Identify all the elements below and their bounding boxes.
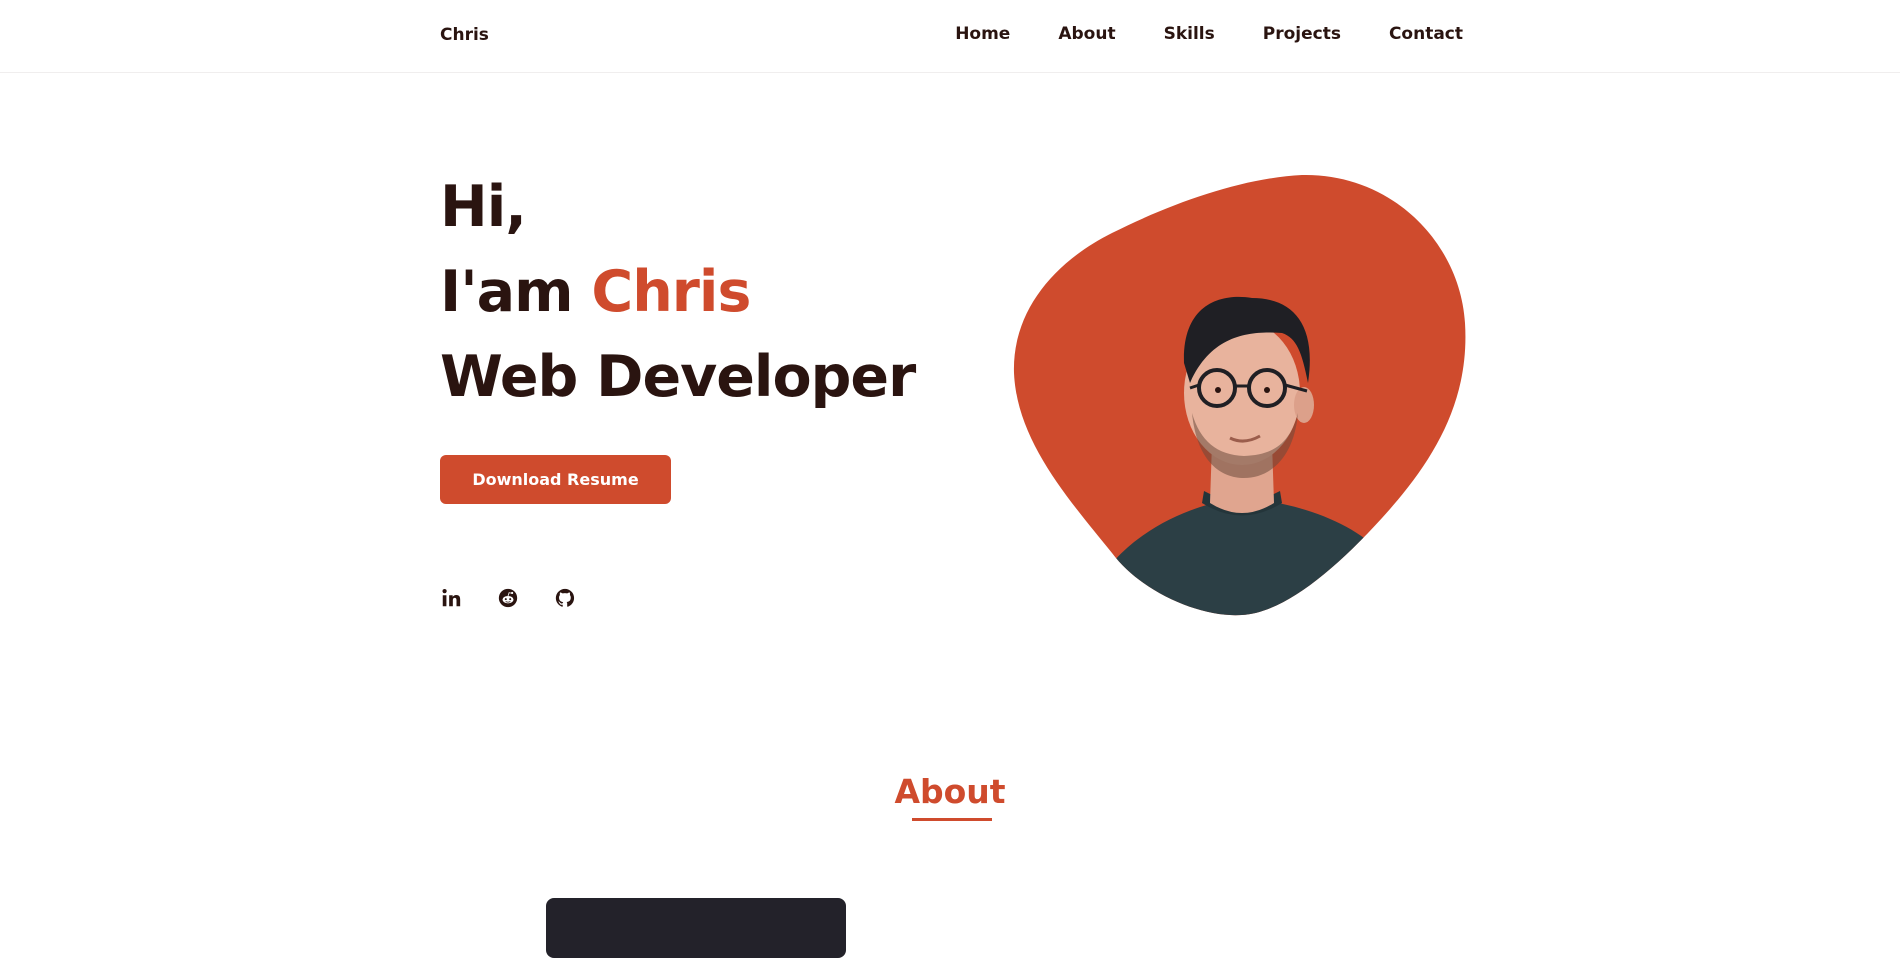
about-image-card <box>546 898 846 958</box>
hero-role: Web Developer <box>440 344 916 410</box>
main-nav: Home About Skills Projects Contact <box>955 24 1463 44</box>
site-logo[interactable]: Chris <box>440 25 489 45</box>
github-icon[interactable] <box>554 587 576 609</box>
linkedin-icon[interactable] <box>440 587 462 609</box>
hero-heading: Hi, I'am Chris Web Developer <box>440 165 916 420</box>
hero-intro-prefix: I'am <box>440 259 574 325</box>
social-links <box>440 587 576 609</box>
profile-photo <box>1012 173 1466 617</box>
nav-about[interactable]: About <box>1058 24 1115 44</box>
hero-greeting: Hi, <box>440 174 527 240</box>
nav-contact[interactable]: Contact <box>1389 24 1463 44</box>
nav-skills[interactable]: Skills <box>1164 24 1215 44</box>
download-resume-button[interactable]: Download Resume <box>440 455 671 504</box>
about-title-underline <box>912 818 992 821</box>
hero-name: Chris <box>591 259 751 325</box>
hero-intro: I'am Chris <box>440 250 915 335</box>
nav-projects[interactable]: Projects <box>1263 24 1341 44</box>
reddit-icon[interactable] <box>497 587 519 609</box>
profile-blob <box>1013 174 1466 616</box>
site-header: Chris Home About Skills Projects Contact <box>0 0 1900 73</box>
about-section-title: About <box>894 772 1006 811</box>
nav-home[interactable]: Home <box>955 24 1010 44</box>
